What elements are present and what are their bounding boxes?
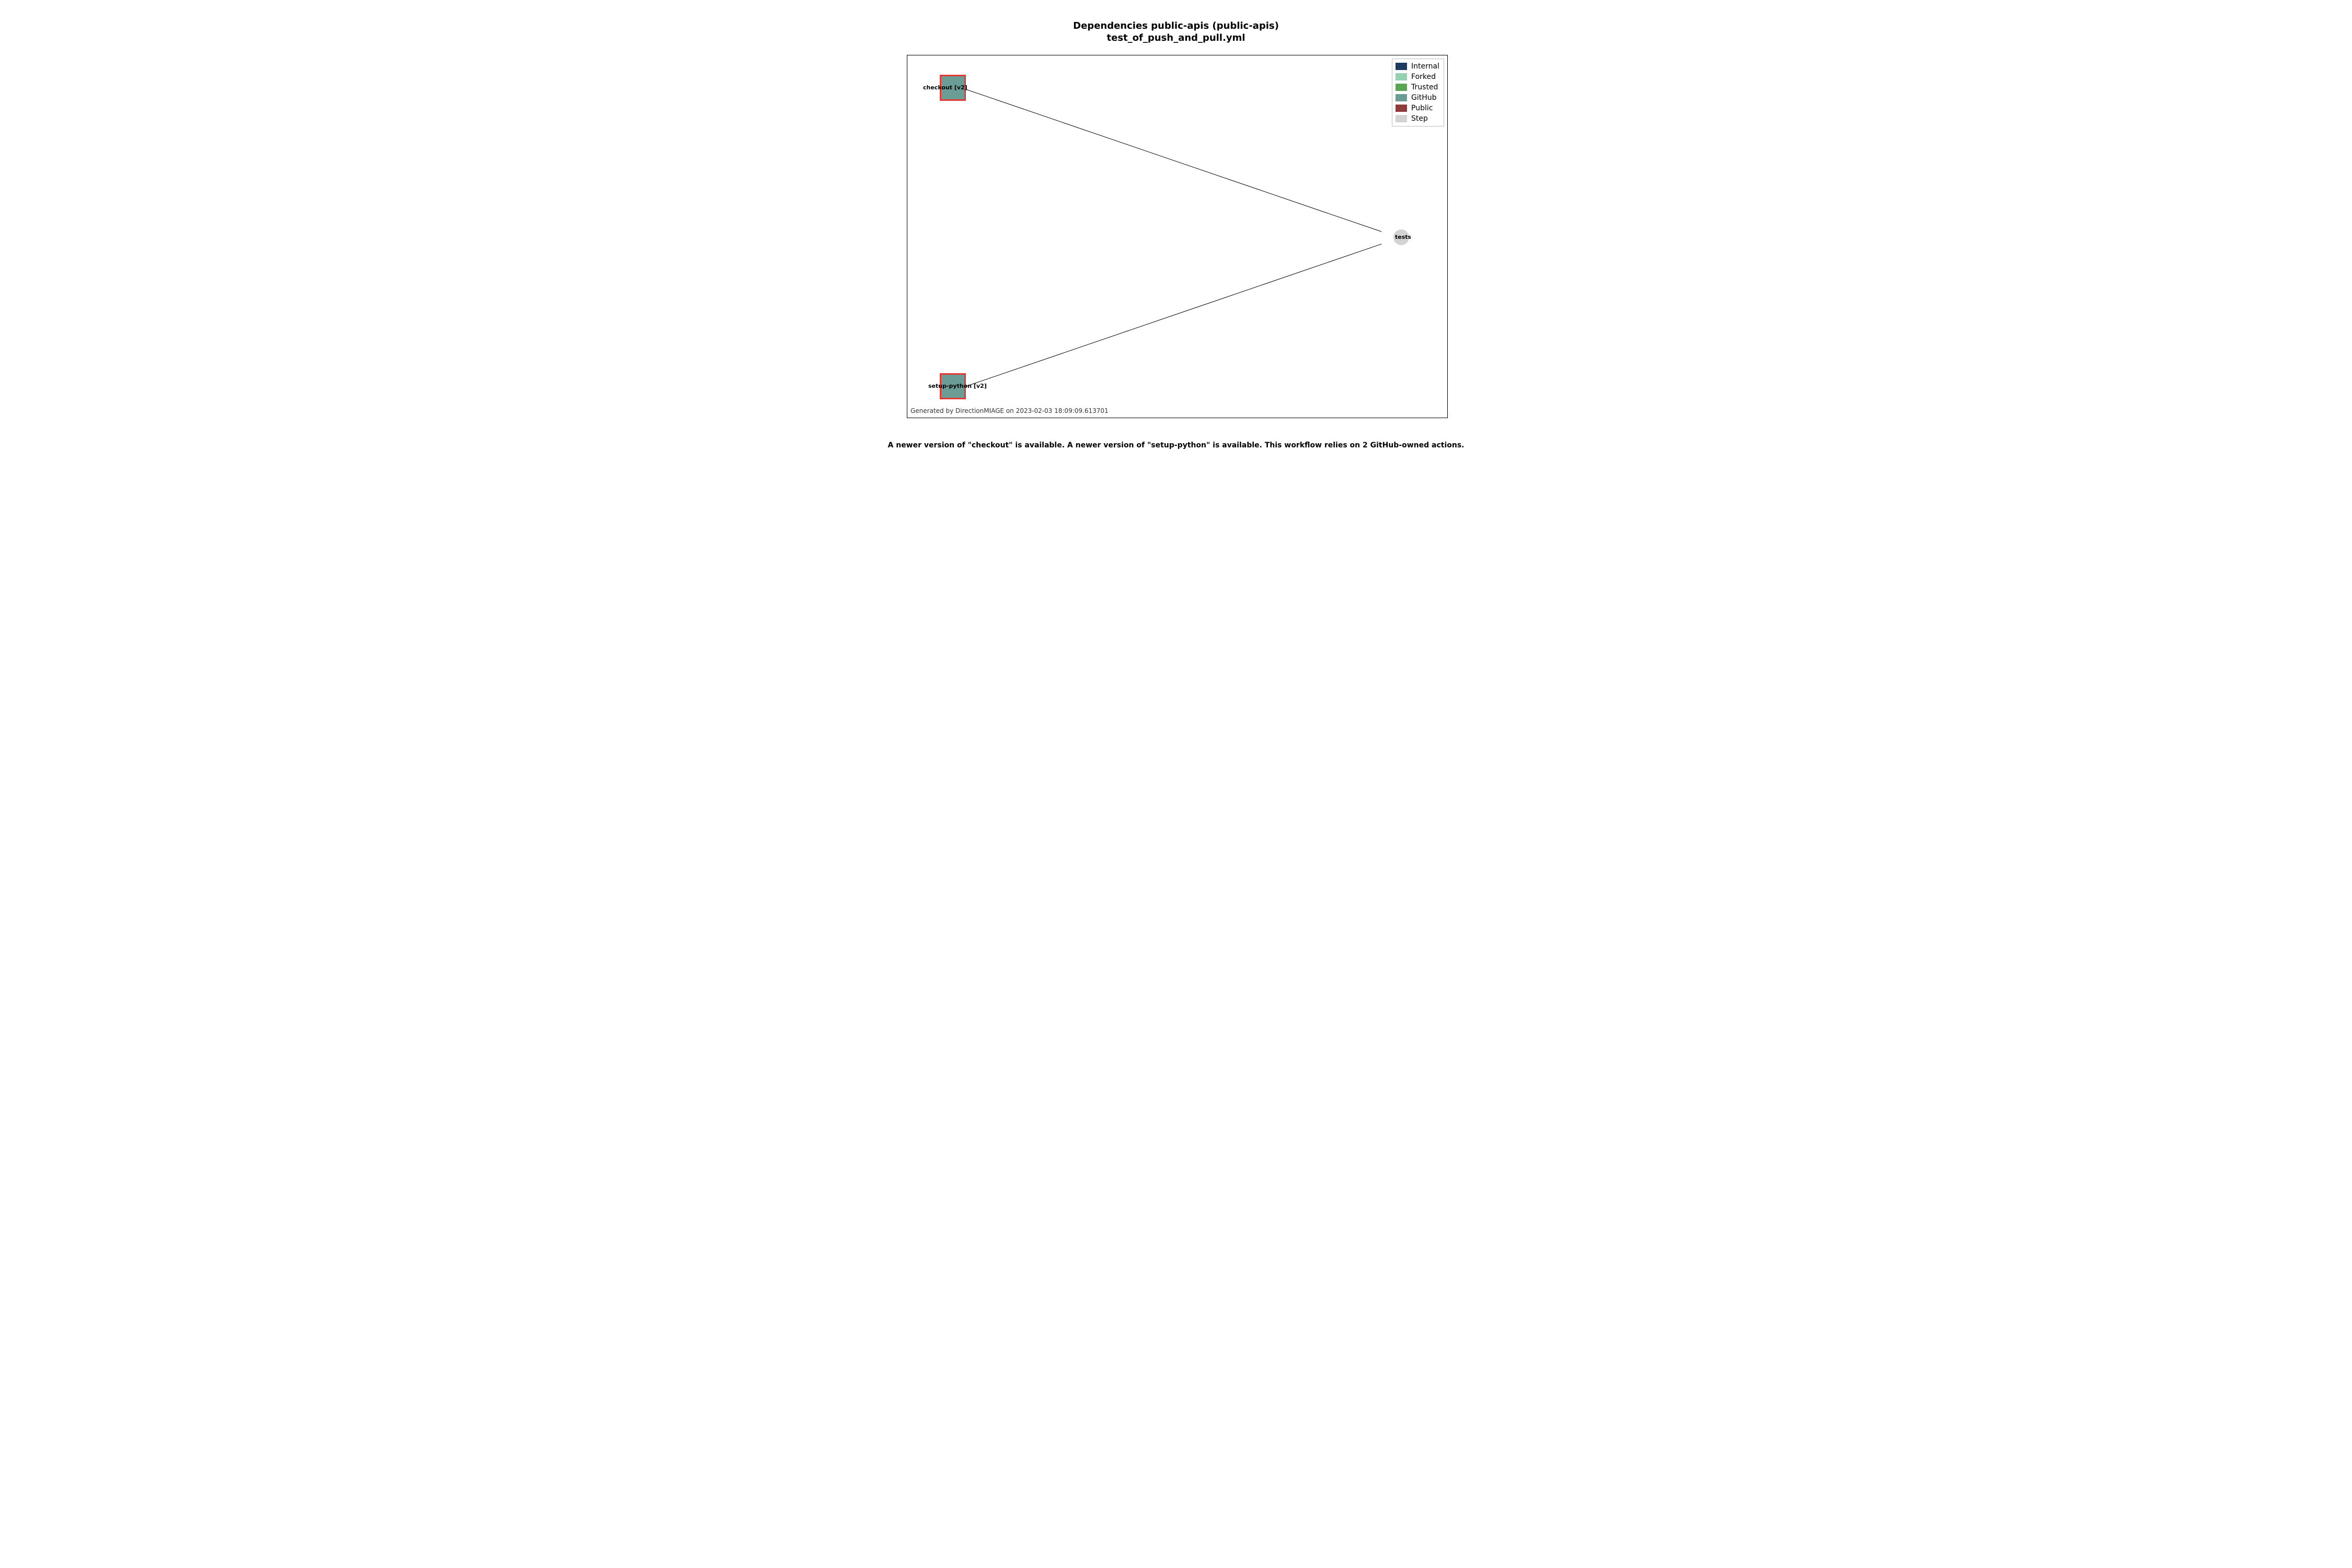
edge-tests-setup-python: [962, 244, 1382, 388]
legend-swatch-github: [1396, 94, 1407, 101]
legend-swatch-step: [1396, 115, 1407, 122]
legend-label-step: Step: [1411, 114, 1428, 123]
node-checkout-label: checkout [v2]: [923, 84, 967, 91]
plot-area: checkout [v2] setup-python [v2] tests In…: [907, 55, 1448, 418]
legend-swatch-trusted: [1396, 84, 1407, 91]
legend-item-step: Step: [1396, 113, 1439, 124]
node-setup-python-label: setup-python [v2]: [928, 383, 987, 389]
legend-swatch-public: [1396, 105, 1407, 112]
legend-label-trusted: Trusted: [1411, 83, 1438, 91]
legend-swatch-forked: [1396, 73, 1407, 80]
generated-footer: Generated by DirectionMIAGE on 2023-02-0…: [910, 407, 1109, 414]
legend-swatch-internal: [1396, 63, 1407, 70]
legend-label-forked: Forked: [1411, 73, 1436, 81]
edge-tests-checkout: [962, 88, 1382, 232]
legend-item-forked: Forked: [1396, 72, 1439, 82]
legend: Internal Forked Trusted GitHub Public St…: [1392, 59, 1444, 126]
legend-label-github: GitHub: [1411, 94, 1437, 102]
legend-item-trusted: Trusted: [1396, 82, 1439, 93]
title-line-2: test_of_push_and_pull.yml: [1107, 32, 1246, 43]
caption: A newer version of "checkout" is availab…: [815, 441, 1537, 449]
title-line-1: Dependencies public-apis (public-apis): [1073, 20, 1279, 31]
legend-item-public: Public: [1396, 103, 1439, 113]
legend-item-internal: Internal: [1396, 61, 1439, 72]
page: Dependencies public-apis (public-apis) t…: [815, 0, 1537, 481]
legend-label-internal: Internal: [1411, 62, 1439, 71]
legend-label-public: Public: [1411, 104, 1433, 112]
node-tests-label: tests: [1395, 234, 1411, 240]
chart-title: Dependencies public-apis (public-apis) t…: [815, 20, 1537, 44]
legend-item-github: GitHub: [1396, 93, 1439, 103]
